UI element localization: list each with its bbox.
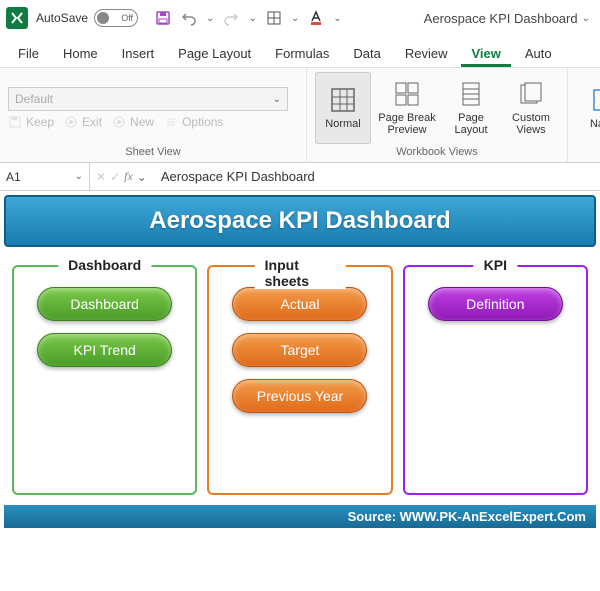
tab-automate[interactable]: Auto [515,40,562,67]
font-color-dropdown-icon[interactable]: ⌄ [333,13,341,24]
worksheet-area[interactable]: Aerospace KPI Dashboard Dashboard Dashbo… [0,191,600,532]
panel-input-sheets: Input sheets Actual Target Previous Year [207,265,392,495]
undo-dropdown-icon[interactable]: ⌄ [206,13,214,24]
group-workbook-views: Normal Page Break Preview Page Layout Cu… [307,68,568,162]
formula-input[interactable]: Aerospace KPI Dashboard [153,169,600,184]
panel-title: KPI [474,257,517,273]
dashboard-banner: Aerospace KPI Dashboard [4,195,596,247]
save-icon[interactable] [154,9,172,27]
tab-page-layout[interactable]: Page Layout [168,40,261,67]
keep-button: Keep [8,115,54,129]
borders-icon[interactable] [265,9,283,27]
kpi-trend-button[interactable]: KPI Trend [37,333,172,367]
new-button: New [112,115,154,129]
chevron-down-icon[interactable]: ⌄ [137,170,147,184]
enter-icon[interactable]: ✓ [110,170,120,184]
exit-button: Exit [64,115,102,129]
dashboard-button[interactable]: Dashboard [37,287,172,321]
ribbon-tabs: File Home Insert Page Layout Formulas Da… [0,36,600,68]
target-button[interactable]: Target [232,333,367,367]
tab-view[interactable]: View [461,40,510,67]
group-label: Workbook Views [396,144,478,160]
chevron-down-icon: ⌄ [582,13,590,24]
tab-review[interactable]: Review [395,40,458,67]
tab-home[interactable]: Home [53,40,108,67]
panel-dashboard: Dashboard Dashboard KPI Trend [12,265,197,495]
group-navigation: Navig [568,68,600,162]
tab-data[interactable]: Data [343,40,390,67]
autosave-label: AutoSave [36,11,88,25]
chevron-down-icon: ⌄ [75,171,83,182]
redo-icon[interactable] [222,9,240,27]
sheet-view-select[interactable]: Default ⌄ [8,87,288,111]
normal-view-button[interactable]: Normal [315,72,371,144]
redo-dropdown-icon[interactable]: ⌄ [248,13,256,24]
tab-formulas[interactable]: Formulas [265,40,339,67]
autosave-toggle[interactable]: AutoSave Off [36,9,138,27]
panel-kpi: KPI Definition [403,265,588,495]
borders-dropdown-icon[interactable]: ⌄ [291,13,299,24]
chevron-down-icon: ⌄ [273,94,281,105]
cancel-icon[interactable]: ✕ [96,170,106,184]
name-box[interactable]: A1 ⌄ [0,163,90,190]
group-sheet-view: Default ⌄ Keep Exit New [0,68,307,162]
font-color-icon[interactable] [307,9,325,27]
definition-button[interactable]: Definition [428,287,563,321]
options-button: Options [164,115,223,129]
tab-file[interactable]: File [8,40,49,67]
excel-logo [6,7,28,29]
page-break-button[interactable]: Page Break Preview [375,72,439,144]
custom-views-button[interactable]: Custom Views [503,72,559,144]
previous-year-button[interactable]: Previous Year [232,379,367,413]
undo-icon[interactable] [180,9,198,27]
tab-insert[interactable]: Insert [112,40,165,67]
source-footer: Source: WWW.PK-AnExcelExpert.Com [4,505,596,528]
actual-button[interactable]: Actual [232,287,367,321]
fx-icon[interactable]: fx [124,169,133,184]
document-title[interactable]: Aerospace KPI Dashboard ⌄ [424,11,590,26]
page-layout-button[interactable]: Page Layout [443,72,499,144]
panel-title: Input sheets [255,257,346,289]
panel-title: Dashboard [58,257,151,273]
navigation-button[interactable]: Navig [576,72,600,144]
group-label: Sheet View [125,144,180,160]
